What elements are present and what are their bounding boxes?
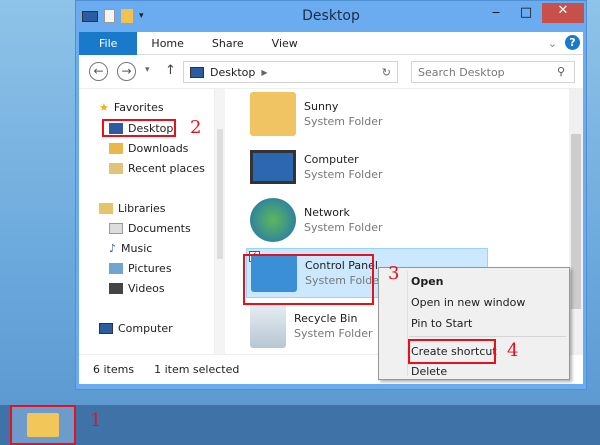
- nav-label: Downloads: [128, 142, 189, 155]
- nav-label: Videos: [128, 282, 165, 295]
- item-name: Sunny: [304, 100, 339, 113]
- nav-label: Music: [121, 242, 153, 255]
- computer-icon: [99, 323, 113, 334]
- step-2: 2: [190, 117, 202, 138]
- downloads-icon: [109, 143, 123, 154]
- item-type: System Folder: [304, 168, 383, 181]
- highlight-create-shortcut: [408, 339, 496, 364]
- item-type: System Folder: [304, 221, 383, 234]
- list-item[interactable]: Computer System Folder: [246, 142, 484, 192]
- menu-item-open[interactable]: Open: [411, 275, 444, 288]
- pictures-icon: [109, 263, 123, 274]
- recent-places-icon: [109, 163, 123, 174]
- star-icon: ★: [99, 101, 109, 114]
- content-scrollbar[interactable]: [569, 89, 583, 354]
- item-type: System Folder: [294, 327, 373, 340]
- nav-label: Libraries: [118, 202, 166, 215]
- step-1: 1: [90, 410, 102, 431]
- nav-label: Recent places: [128, 162, 205, 175]
- close-button[interactable]: ✕: [542, 3, 584, 23]
- back-button[interactable]: ←: [89, 62, 108, 81]
- menu-item-open-new-window[interactable]: Open in new window: [411, 296, 525, 309]
- music-icon: ♪: [109, 242, 117, 255]
- menu-item-pin-to-start[interactable]: Pin to Start: [411, 317, 472, 330]
- network-icon: [250, 198, 296, 242]
- forward-button[interactable]: →: [117, 62, 136, 81]
- search-input[interactable]: Search Desktop: [411, 61, 575, 83]
- address-bar[interactable]: Desktop ▶ ↻: [183, 61, 398, 83]
- item-name: Network: [304, 206, 350, 219]
- nav-downloads[interactable]: Downloads: [109, 142, 188, 155]
- maximize-button[interactable]: □: [514, 5, 538, 25]
- nav-recent-places[interactable]: Recent places: [109, 162, 205, 175]
- expand-ribbon-icon[interactable]: ⌄: [548, 37, 557, 50]
- list-item[interactable]: Network System Folder: [246, 195, 484, 245]
- user-folder-icon: [250, 92, 296, 136]
- nav-favorites[interactable]: ★ Favorites: [99, 101, 164, 114]
- window-title: Desktop: [302, 8, 360, 24]
- nav-pictures[interactable]: Pictures: [109, 262, 172, 275]
- ribbon-tabs: File Home Share View ⌄ ?: [79, 31, 583, 55]
- selection-count: 1 item selected: [154, 363, 240, 376]
- address-path: Desktop: [210, 65, 256, 79]
- nav-label: Documents: [128, 222, 191, 235]
- tab-share[interactable]: Share: [198, 32, 258, 55]
- item-name: Computer: [304, 153, 359, 166]
- nav-scrollbar[interactable]: [215, 89, 225, 354]
- menu-separator: [409, 336, 566, 337]
- libraries-icon: [99, 203, 113, 214]
- videos-icon: [109, 283, 123, 294]
- nav-documents[interactable]: Documents: [109, 222, 191, 235]
- nav-libraries[interactable]: Libraries: [99, 202, 166, 215]
- tab-file[interactable]: File: [79, 31, 138, 55]
- documents-icon: [109, 223, 123, 234]
- highlight-desktop: [102, 119, 176, 137]
- address-row: ← → ▾ ↑ Desktop ▶ ↻ Search Desktop ⚲: [79, 55, 583, 89]
- item-name: Recycle Bin: [294, 312, 358, 325]
- title-bar: ▾ Desktop ‒ □ ✕: [76, 1, 586, 33]
- highlight-taskbar-button: [10, 405, 76, 445]
- item-count: 6 items: [93, 363, 135, 376]
- nav-label: Computer: [118, 322, 173, 335]
- list-item[interactable]: Sunny System Folder: [246, 89, 484, 139]
- scrollbar-thumb[interactable]: [571, 134, 581, 309]
- step-3: 3: [388, 263, 400, 284]
- search-icon: ⚲: [557, 65, 566, 78]
- tab-home[interactable]: Home: [137, 32, 197, 55]
- nav-videos[interactable]: Videos: [109, 282, 165, 295]
- desktop-icon: [190, 66, 204, 78]
- recycle-bin-icon: [250, 304, 286, 348]
- chevron-right-icon[interactable]: ▶: [261, 68, 267, 77]
- help-button[interactable]: ?: [565, 35, 580, 50]
- item-type: System Folder: [304, 115, 383, 128]
- minimize-button[interactable]: ‒: [484, 5, 508, 25]
- nav-computer[interactable]: Computer: [99, 322, 173, 335]
- computer-icon: [250, 150, 296, 184]
- highlight-control-panel: [243, 254, 374, 305]
- up-button[interactable]: ↑: [165, 63, 176, 78]
- nav-music[interactable]: ♪ Music: [109, 242, 152, 255]
- tab-view[interactable]: View: [258, 32, 312, 55]
- nav-label: Favorites: [113, 101, 164, 114]
- refresh-icon[interactable]: ↻: [382, 66, 391, 79]
- nav-label: Pictures: [128, 262, 172, 275]
- recent-locations-icon[interactable]: ▾: [145, 65, 150, 75]
- menu-item-delete[interactable]: Delete: [411, 365, 447, 378]
- step-4: 4: [507, 340, 519, 361]
